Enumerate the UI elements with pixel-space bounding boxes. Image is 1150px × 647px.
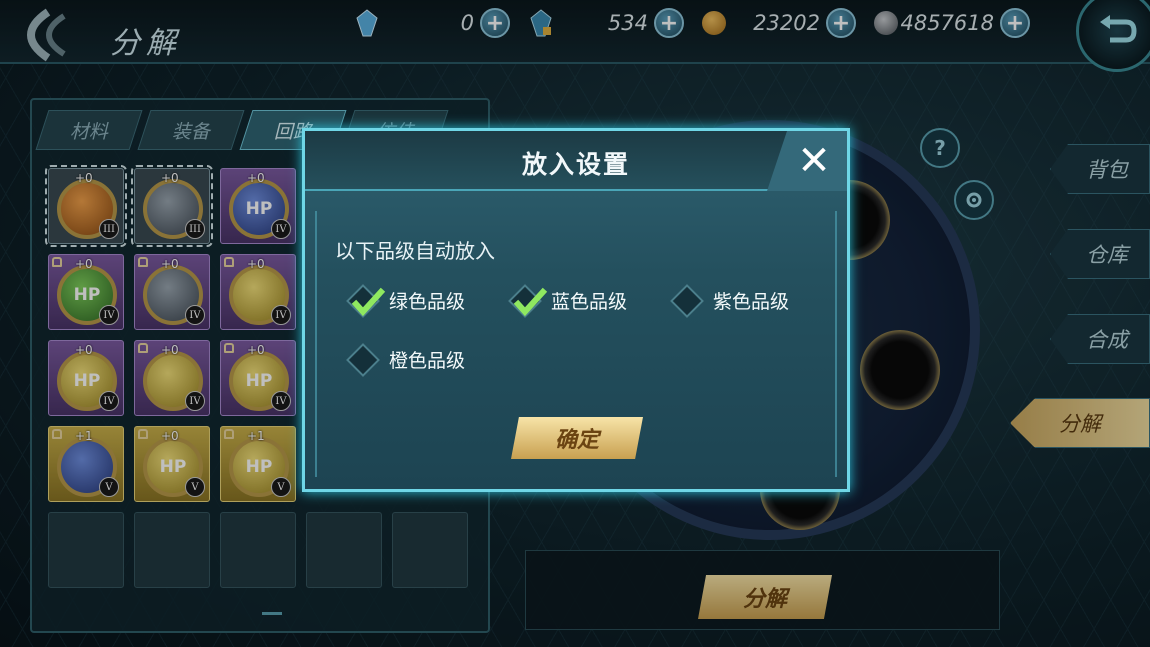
- checkbox[interactable]: [508, 283, 548, 318]
- close-icon: ✕: [797, 138, 831, 184]
- option-blue-quality[interactable]: 蓝色品级: [508, 283, 628, 318]
- checkbox[interactable]: [670, 283, 704, 318]
- placement-settings-dialog: 放入设置 ✕ 以下品级自动放入 绿色品级 蓝色品级 紫色品级 橙色品级 确定: [302, 128, 850, 492]
- option-purple-quality[interactable]: 紫色品级: [670, 283, 790, 318]
- option-orange-quality[interactable]: 橙色品级: [346, 342, 466, 377]
- checkbox[interactable]: [346, 283, 386, 318]
- option-green-quality[interactable]: 绿色品级: [346, 283, 466, 318]
- option-label: 橙色品级: [389, 350, 466, 372]
- confirm-button[interactable]: 确定: [511, 417, 643, 459]
- checkmark-icon: [351, 287, 386, 316]
- option-label: 紫色品级: [713, 291, 790, 313]
- option-label: 绿色品级: [389, 291, 466, 313]
- dialog-title: 放入设置: [521, 150, 630, 179]
- dialog-subtitle: 以下品级自动放入: [335, 239, 495, 263]
- checkmark-icon: [513, 287, 548, 316]
- option-label: 蓝色品级: [551, 291, 628, 313]
- checkbox[interactable]: [346, 342, 380, 377]
